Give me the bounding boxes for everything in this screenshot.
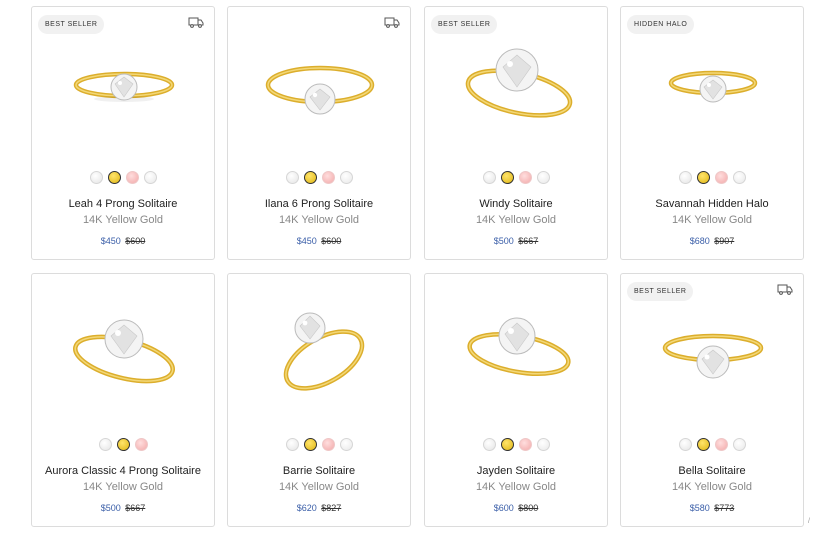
- product-metal: 14K Yellow Gold: [475, 214, 557, 226]
- platinum-swatch[interactable]: [536, 438, 550, 451]
- sale-price: $450: [100, 236, 121, 246]
- original-price: $667: [518, 236, 539, 246]
- white-gold-swatch[interactable]: [98, 438, 112, 451]
- original-price: $667: [125, 503, 146, 513]
- rose-gold-swatch[interactable]: [714, 171, 728, 184]
- product-card[interactable]: Jayden Solitaire 14K Yellow Gold $600 $8…: [424, 273, 608, 527]
- original-price: $600: [321, 236, 342, 246]
- sale-price: $500: [100, 503, 121, 513]
- ring-image: [283, 312, 365, 391]
- product-name[interactable]: Bella Solitaire: [621, 465, 803, 477]
- platinum-swatch[interactable]: [143, 171, 157, 184]
- original-price: $827: [321, 503, 342, 513]
- product-name[interactable]: Savannah Hidden Halo: [621, 198, 803, 210]
- product-metal: 14K Yellow Gold: [278, 481, 360, 493]
- product-name[interactable]: Jayden Solitaire: [425, 465, 607, 477]
- product-price: $600 $800: [425, 503, 607, 513]
- metal-swatches: [621, 171, 803, 184]
- product-metal: 14K Yellow Gold: [671, 214, 753, 226]
- rose-gold-swatch[interactable]: [518, 171, 532, 184]
- yellow-gold-swatch[interactable]: [303, 171, 317, 184]
- product-name[interactable]: Ilana 6 Prong Solitaire: [228, 198, 410, 210]
- yellow-gold-swatch[interactable]: [696, 171, 710, 184]
- platinum-swatch[interactable]: [536, 171, 550, 184]
- product-card[interactable]: Ilana 6 Prong Solitaire 14K Yellow Gold …: [227, 6, 411, 260]
- product-grid: BEST SELLER Leah 4 Prong Solitaire 14K Y…: [0, 0, 814, 535]
- product-price: $680 $907: [621, 236, 803, 246]
- metal-swatches: [228, 171, 410, 184]
- white-gold-swatch[interactable]: [285, 171, 299, 184]
- ring-image: [265, 65, 375, 115]
- white-gold-swatch[interactable]: [678, 171, 692, 184]
- rose-gold-swatch[interactable]: [125, 171, 139, 184]
- product-card[interactable]: Aurora Classic 4 Prong Solitaire 14K Yel…: [31, 273, 215, 527]
- metal-swatches: [32, 171, 214, 184]
- product-card[interactable]: Barrie Solitaire 14K Yellow Gold $620 $8…: [227, 273, 411, 527]
- yellow-gold-swatch[interactable]: [696, 438, 710, 451]
- rose-gold-swatch[interactable]: [518, 438, 532, 451]
- metal-swatches: [228, 438, 410, 451]
- yellow-gold-swatch[interactable]: [500, 171, 514, 184]
- yellow-gold-swatch[interactable]: [107, 171, 121, 184]
- white-gold-swatch[interactable]: [89, 171, 103, 184]
- white-gold-swatch[interactable]: [482, 438, 496, 451]
- product-metal: 14K Yellow Gold: [671, 481, 753, 493]
- white-gold-swatch[interactable]: [678, 438, 692, 451]
- rose-gold-swatch[interactable]: [321, 438, 335, 451]
- sale-price: $500: [493, 236, 514, 246]
- product-metal: 14K Yellow Gold: [278, 214, 360, 226]
- product-price: $620 $827: [228, 503, 410, 513]
- original-price: $907: [714, 236, 735, 246]
- product-name[interactable]: Barrie Solitaire: [228, 465, 410, 477]
- product-card[interactable]: BEST SELLER Bella Solitaire 14K Yellow G…: [620, 273, 804, 527]
- product-card[interactable]: BEST SELLER Windy Solitaire 14K Yellow G…: [424, 6, 608, 260]
- product-price: $580 $773: [621, 503, 803, 513]
- yellow-gold-swatch[interactable]: [116, 438, 130, 451]
- ring-image: [662, 333, 764, 379]
- platinum-swatch[interactable]: [339, 438, 353, 451]
- sale-price: $620: [296, 503, 317, 513]
- original-price: $800: [518, 503, 539, 513]
- platinum-swatch[interactable]: [732, 171, 746, 184]
- product-card[interactable]: BEST SELLER Leah 4 Prong Solitaire 14K Y…: [31, 6, 215, 260]
- rose-gold-swatch[interactable]: [321, 171, 335, 184]
- sale-price: $450: [296, 236, 317, 246]
- white-gold-swatch[interactable]: [285, 438, 299, 451]
- ring-image: [73, 319, 175, 384]
- platinum-swatch[interactable]: [732, 438, 746, 451]
- product-price: $450 $600: [228, 236, 410, 246]
- product-price: $450 $600: [32, 236, 214, 246]
- original-price: $773: [714, 503, 735, 513]
- product-metal: 14K Yellow Gold: [82, 481, 164, 493]
- product-price: $500 $667: [32, 503, 214, 513]
- ring-image: [467, 317, 571, 376]
- yellow-gold-swatch[interactable]: [303, 438, 317, 451]
- product-name[interactable]: Aurora Classic 4 Prong Solitaire: [32, 465, 214, 477]
- product-price: $500 $667: [425, 236, 607, 246]
- metal-swatches: [32, 438, 214, 451]
- ring-image: [73, 71, 175, 102]
- product-name[interactable]: Windy Solitaire: [425, 198, 607, 210]
- product-name[interactable]: Leah 4 Prong Solitaire: [32, 198, 214, 210]
- metal-swatches: [425, 171, 607, 184]
- ring-image: [668, 70, 758, 103]
- product-card[interactable]: HIDDEN HALO Savannah Hidden Halo 14K Yel…: [620, 6, 804, 260]
- sale-price: $600: [493, 503, 514, 513]
- rose-gold-swatch[interactable]: [714, 438, 728, 451]
- corner-mark: /: [808, 518, 810, 525]
- yellow-gold-swatch[interactable]: [500, 438, 514, 451]
- product-metal: 14K Yellow Gold: [475, 481, 557, 493]
- rose-gold-swatch[interactable]: [134, 438, 148, 451]
- sale-price: $580: [689, 503, 710, 513]
- metal-swatches: [621, 438, 803, 451]
- product-metal: 14K Yellow Gold: [82, 214, 164, 226]
- ring-image: [465, 48, 573, 118]
- sale-price: $680: [689, 236, 710, 246]
- platinum-swatch[interactable]: [339, 171, 353, 184]
- white-gold-swatch[interactable]: [482, 171, 496, 184]
- metal-swatches: [425, 438, 607, 451]
- original-price: $600: [125, 236, 146, 246]
